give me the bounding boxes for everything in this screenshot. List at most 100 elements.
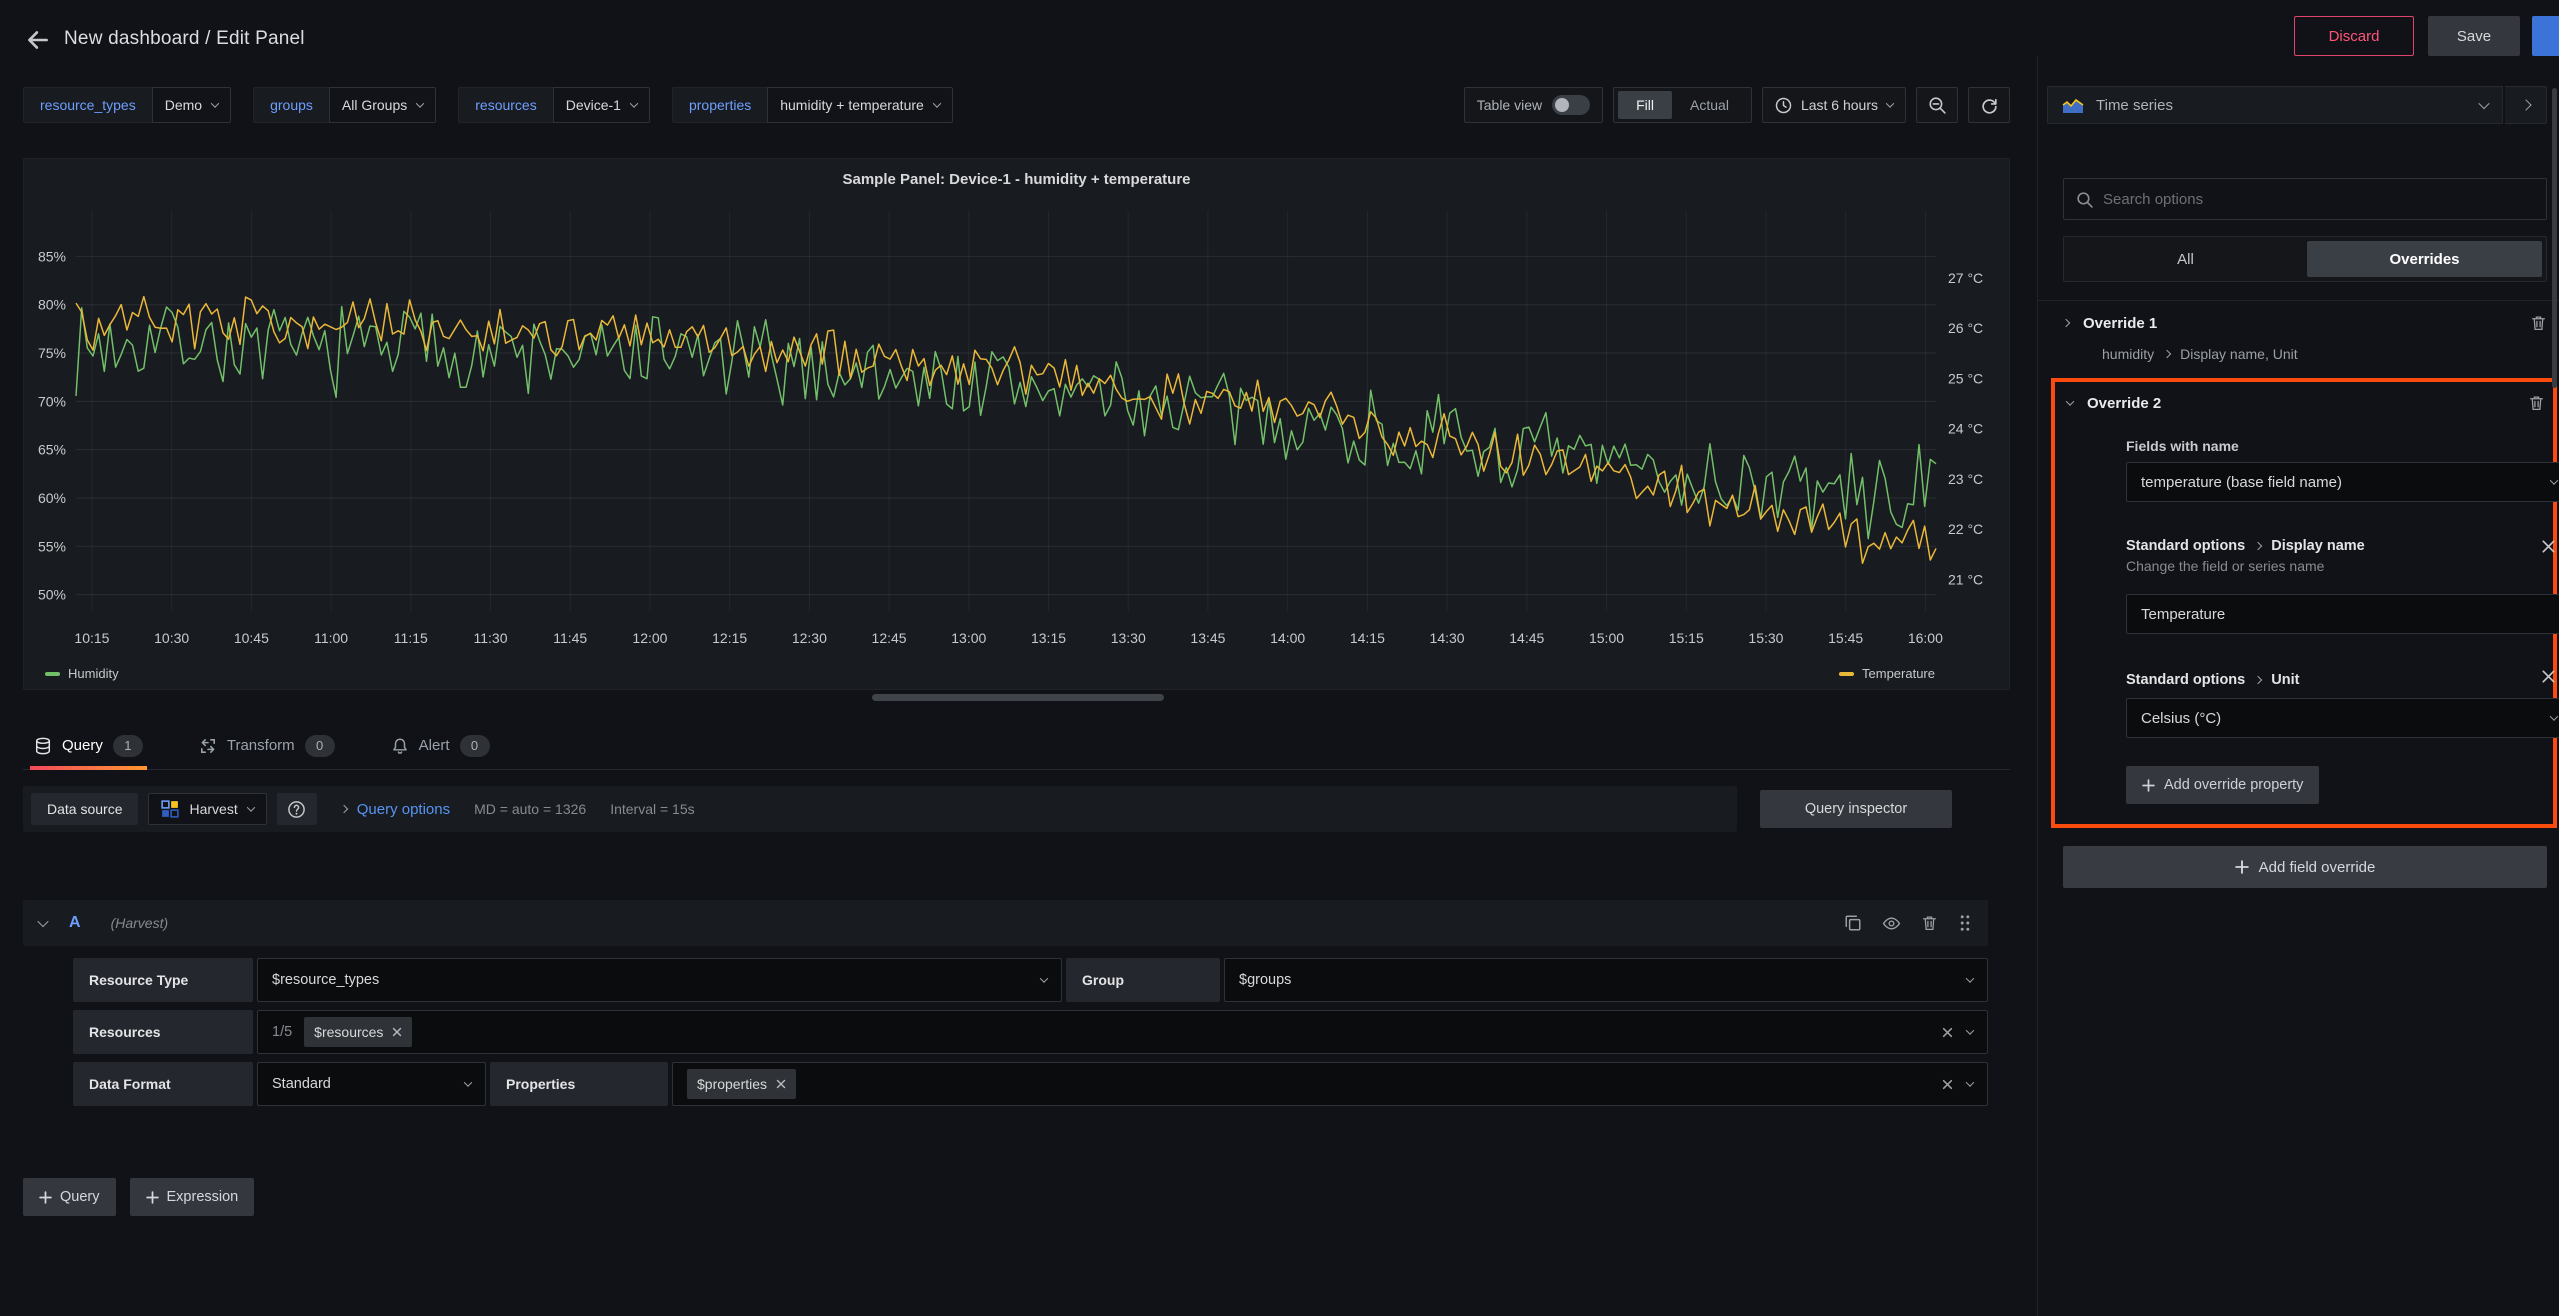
panel-resize-handle[interactable]	[872, 694, 1164, 701]
tab-all[interactable]: All	[2068, 241, 2303, 277]
properties-chip[interactable]: $properties	[687, 1069, 797, 1099]
properties-label: Properties	[490, 1062, 668, 1106]
resources-count: 1/5	[272, 1024, 293, 1040]
svg-text:12:45: 12:45	[872, 630, 907, 646]
delete-override-button[interactable]	[2528, 394, 2545, 412]
query-inspector-button[interactable]: Query inspector	[1760, 790, 1952, 828]
svg-text:22 °C: 22 °C	[1948, 521, 1983, 537]
variable-value: humidity + temperature	[780, 97, 924, 113]
tab-query[interactable]: Query 1	[30, 722, 147, 770]
override-2-header[interactable]: Override 2	[2065, 394, 2545, 412]
add-override-property-button[interactable]: Add override property	[2126, 766, 2320, 804]
collapse-query-icon[interactable]	[37, 915, 49, 928]
scrollbar-thumb[interactable]	[2552, 88, 2557, 388]
legend-swatch-yellow	[1839, 671, 1855, 676]
group-select[interactable]: $groups	[1224, 958, 1988, 1002]
legend-label: Humidity	[68, 666, 119, 681]
apply-button[interactable]: Apply	[2532, 16, 2559, 56]
database-icon	[35, 737, 51, 754]
visualization-name: Time series	[2096, 96, 2173, 114]
tab-label: Query	[62, 737, 103, 754]
editor-tabs: Query 1 Transform 0 Alert 0	[23, 722, 2010, 770]
tab-transform[interactable]: Transform 0	[195, 722, 339, 769]
variable-value: Demo	[164, 97, 203, 113]
remove-property-button[interactable]	[2542, 670, 2555, 683]
svg-text:26 °C: 26 °C	[1948, 320, 1983, 336]
chevron-down-icon	[2549, 712, 2559, 721]
chevron-down-icon	[2478, 97, 2490, 110]
datasource-picker[interactable]: Harvest	[148, 793, 267, 825]
datasource-help-button[interactable]	[276, 793, 317, 825]
clear-select-icon[interactable]	[1942, 1027, 1953, 1038]
data-format-select[interactable]: Standard	[257, 1062, 486, 1106]
add-expression-button[interactable]: Expression	[129, 1178, 255, 1216]
save-button[interactable]: Save	[2428, 16, 2520, 56]
chevron-right-icon	[2253, 541, 2263, 551]
query-actions	[1844, 914, 1972, 933]
svg-text:11:45: 11:45	[553, 630, 587, 646]
svg-text:14:30: 14:30	[1430, 630, 1465, 646]
query-row-header[interactable]: A (Harvest)	[23, 900, 1988, 946]
unit-select[interactable]: Celsius (°C)	[2126, 698, 2559, 738]
button-label: Add field override	[2258, 858, 2376, 876]
variable-value-dropdown[interactable]: Demo	[151, 87, 232, 123]
display-name-input[interactable]	[2126, 594, 2559, 634]
svg-text:10:45: 10:45	[234, 630, 269, 646]
resource-type-select[interactable]: $resource_types	[257, 958, 1062, 1002]
variable-value-dropdown[interactable]: humidity + temperature	[767, 87, 953, 123]
tab-alert[interactable]: Alert 0	[387, 722, 494, 769]
variable-value-dropdown[interactable]: All Groups	[328, 87, 437, 123]
button-label: Expression	[166, 1189, 239, 1205]
divider	[2038, 300, 2559, 301]
remove-chip-icon[interactable]	[776, 1079, 786, 1089]
clear-select-icon[interactable]	[1942, 1079, 1953, 1090]
legend-swatch-green	[45, 671, 60, 676]
drag-handle-icon[interactable]	[1958, 914, 1972, 932]
query-options-link[interactable]: Query options	[357, 801, 450, 818]
hide-query-eye-icon[interactable]	[1882, 914, 1901, 933]
visualization-row: Time series	[2047, 86, 2547, 124]
query-editor-card: A (Harvest) Resource Type $resource_type…	[23, 900, 1988, 1110]
chevron-down-icon	[246, 803, 255, 812]
tab-overrides[interactable]: Overrides	[2307, 241, 2542, 277]
svg-text:10:30: 10:30	[154, 630, 189, 646]
panel-title: Sample Panel: Device-1 - humidity + temp…	[842, 171, 1191, 188]
fill-option[interactable]: Fill	[1618, 91, 1673, 119]
variable-resources: resources Device-1	[458, 87, 650, 123]
svg-text:12:30: 12:30	[792, 630, 827, 646]
svg-text:23 °C: 23 °C	[1948, 471, 1983, 487]
delete-query-trash-icon[interactable]	[1921, 914, 1938, 932]
plus-icon	[39, 1190, 52, 1204]
properties-multiselect[interactable]: $properties	[672, 1062, 1988, 1106]
remove-chip-icon[interactable]	[392, 1027, 402, 1037]
svg-text:50%: 50%	[38, 587, 66, 603]
svg-text:55%: 55%	[38, 538, 66, 554]
search-options-input[interactable]	[2103, 190, 2534, 208]
zoom-out-button[interactable]	[1916, 87, 1958, 123]
discard-button[interactable]: Discard	[2294, 16, 2414, 56]
time-series-chart[interactable]: 85% 80% 75% 70% 65% 60% 55% 50% 27 °C 26 °C 25 °C 2…	[24, 197, 2009, 657]
resources-chip[interactable]: $resources	[304, 1017, 413, 1047]
variable-properties: properties humidity + temperature	[671, 87, 953, 123]
override-1-header[interactable]: Override 1	[2061, 314, 2547, 332]
delete-override-button[interactable]	[2530, 314, 2547, 332]
duplicate-query-icon[interactable]	[1844, 914, 1862, 932]
table-view-control: Table view	[1463, 87, 1604, 123]
data-format-label: Data Format	[73, 1062, 253, 1106]
legend-item-temperature[interactable]: Temperature	[1839, 666, 1935, 681]
remove-property-button[interactable]	[2542, 540, 2555, 553]
time-range-picker[interactable]: Last 6 hours	[1761, 87, 1906, 123]
fields-with-name-select[interactable]: temperature (base field name)	[2126, 462, 2559, 502]
variable-value-dropdown[interactable]: Device-1	[552, 87, 650, 123]
add-query-button[interactable]: Query	[23, 1178, 116, 1216]
collapse-options-button[interactable]	[2505, 86, 2547, 124]
refresh-button[interactable]	[1968, 87, 2010, 123]
chevron-right-icon	[339, 804, 348, 814]
table-view-toggle[interactable]	[1552, 95, 1591, 115]
add-field-override-button[interactable]: Add field override	[2063, 846, 2547, 888]
resources-multiselect[interactable]: 1/5 $resources	[257, 1010, 1988, 1054]
back-button[interactable]	[20, 22, 56, 58]
visualization-picker[interactable]: Time series	[2047, 86, 2503, 124]
legend-item-humidity[interactable]: Humidity	[45, 666, 119, 681]
actual-option[interactable]: Actual	[1672, 91, 1747, 119]
